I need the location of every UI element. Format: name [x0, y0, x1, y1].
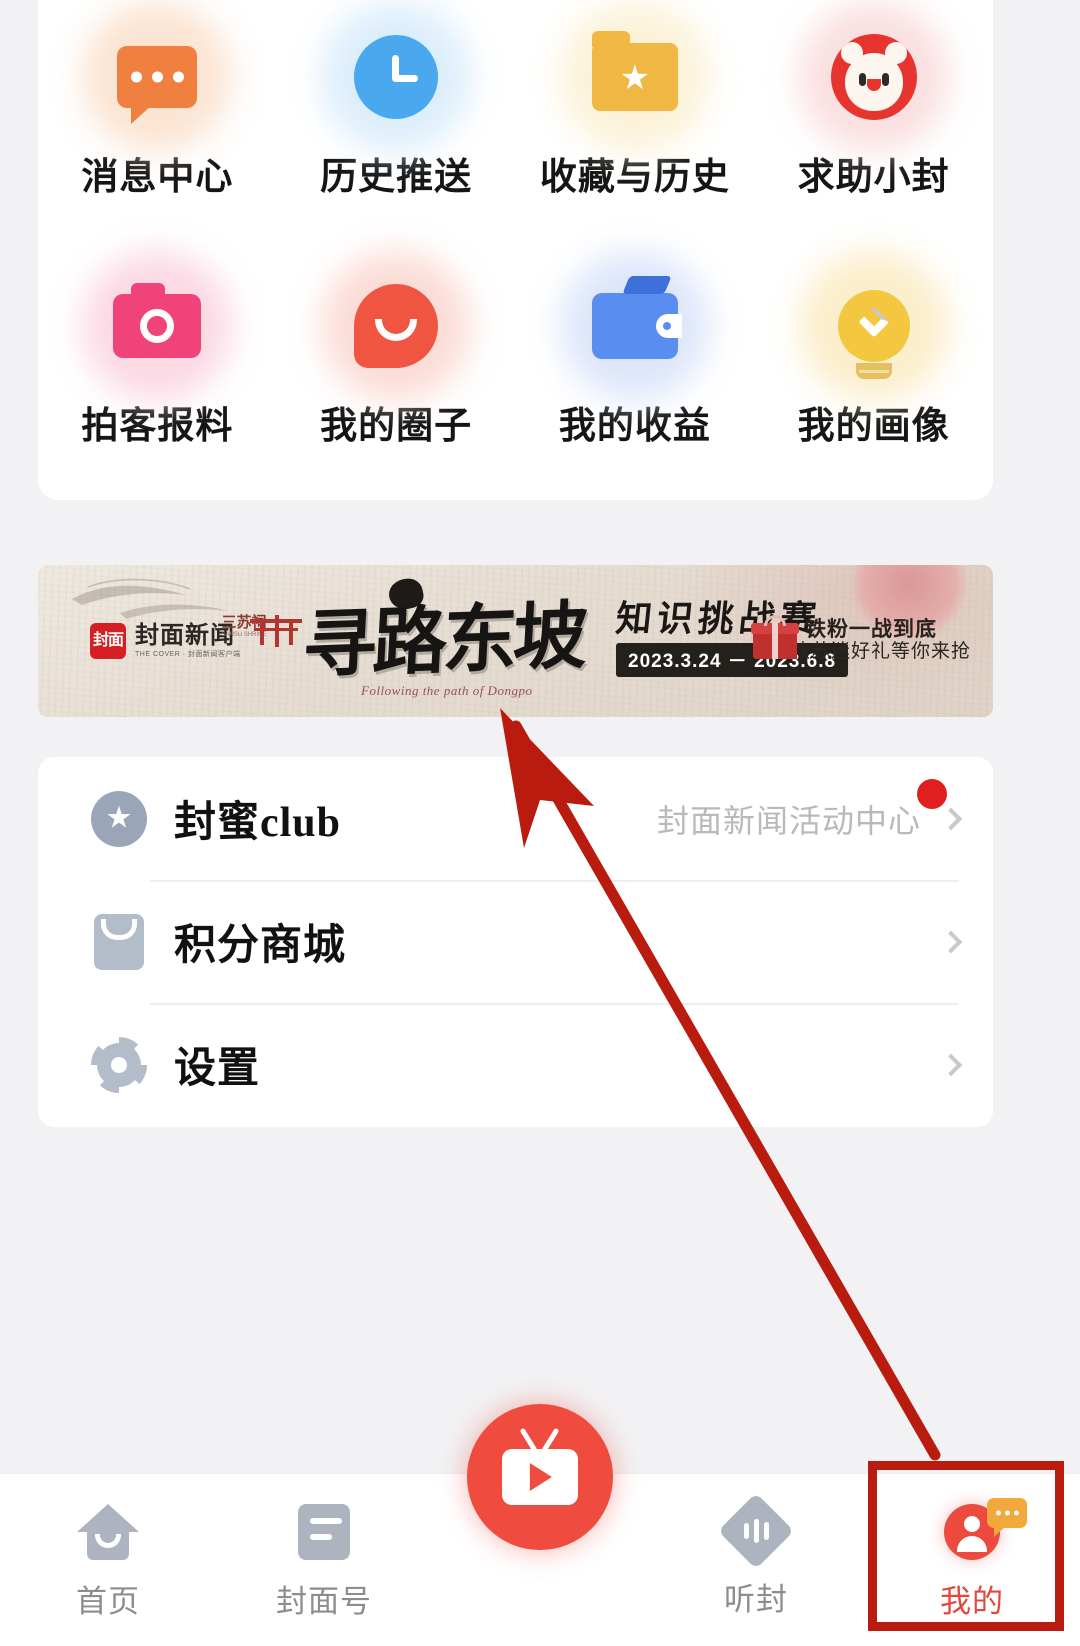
bottom-nav-item-me[interactable]: 我的: [864, 1474, 1080, 1621]
banner-promo-block: 铁粉一战到底 千款苏迷好礼等你来抢: [750, 615, 971, 663]
bottom-nav-item-listen[interactable]: 听封: [648, 1474, 864, 1619]
menu-item-title: 封蜜club: [174, 800, 342, 846]
banner-calligraphy-title: 寻路东坡 Following the path of Dongpo: [293, 575, 593, 701]
icon-wrap: [88, 1034, 150, 1096]
menu-item-fengmi-club[interactable]: 封蜜club 封面新闻活动中心: [38, 757, 993, 880]
nav-label: 首页: [76, 1584, 140, 1619]
icon-wrap: [82, 2, 233, 152]
app-screen: 消息中心 历史推送 ★ 收藏与历史 求助小封 拍客报料 我的圈子 我的收益 我的…: [0, 0, 1080, 1646]
grid-item-label: 我的画像: [797, 405, 950, 446]
feature-grid: 消息中心 历史推送 ★ 收藏与历史 求助小封 拍客报料 我的圈子 我的收益 我的…: [38, 0, 993, 500]
grid-item-history-push[interactable]: 历史推送: [277, 2, 516, 251]
gear-icon: [91, 1036, 147, 1093]
menu-item-right: [939, 1053, 963, 1076]
home-icon: [77, 1504, 139, 1560]
bear-mascot-icon: [830, 34, 917, 120]
wallet-icon: [591, 276, 682, 359]
icon-wrap: [82, 251, 233, 401]
grid-item-label: 历史推送: [320, 156, 473, 197]
camera-icon: [113, 283, 202, 358]
grid-item-my-circle[interactable]: 我的圈子: [277, 251, 516, 500]
status-badge: [917, 779, 947, 809]
grid-item-label: 消息中心: [81, 156, 234, 197]
icon-wrap: [798, 251, 949, 401]
chevron-right-icon: [939, 1053, 963, 1076]
grid-item-my-earnings[interactable]: 我的收益: [516, 251, 755, 500]
gift-icon: [750, 615, 799, 659]
lightbulb-icon: [837, 290, 910, 379]
brand-subtitle: THE COVER · 封面新闻客户端: [135, 650, 241, 658]
diamond-audio-icon: [717, 1492, 795, 1570]
document-icon: [298, 1504, 350, 1560]
banner-title-english: Following the path of Dongpo: [361, 683, 533, 698]
banner-partner-logo: 三苏祠 SANSU SHRINE: [208, 615, 302, 647]
fab-video-button[interactable]: [467, 1404, 613, 1550]
menu-item-points-mall[interactable]: 积分商城: [38, 880, 993, 1003]
icon-wrap: [88, 788, 150, 850]
nav-label: 我的: [940, 1584, 1004, 1619]
icon-wrap: [321, 2, 472, 152]
grid-item-my-profile[interactable]: 我的画像: [754, 251, 993, 500]
icon-wrap: [88, 911, 150, 973]
icon-wrap: ★: [559, 2, 710, 152]
grid-item-message-center[interactable]: 消息中心: [38, 2, 277, 251]
grid-item-photo-report[interactable]: 拍客报料: [38, 251, 277, 500]
grid-item-label: 我的收益: [558, 405, 711, 446]
grid-item-label: 拍客报料: [81, 405, 234, 446]
promo-line-1: 铁粉一战到底: [804, 617, 937, 641]
brand-mark: 封面: [90, 623, 126, 659]
menu-item-subtitle: 封面新闻活动中心: [656, 802, 921, 839]
icon-wrap: [798, 2, 949, 152]
menu-item-title: 积分商城: [174, 923, 347, 969]
message-bubble-icon: [117, 46, 198, 124]
clock-icon: [354, 35, 439, 119]
nav-label: 听封: [724, 1582, 788, 1617]
partner-subtitle: SANSU SHRINE: [221, 631, 267, 638]
icon-wrap: [559, 251, 710, 401]
menu-item-title: 设置: [174, 1046, 261, 1092]
banner-title-text: 寻路东坡: [300, 596, 586, 688]
bottom-nav-item-fengmianhao[interactable]: 封面号: [216, 1474, 432, 1621]
menu-item-settings[interactable]: 设置: [38, 1003, 993, 1126]
nav-label: 封面号: [276, 1584, 372, 1619]
menu-card: 封蜜club 封面新闻活动中心 积分商城 设置: [38, 757, 993, 1127]
promo-banner[interactable]: 封面 封面新闻 THE COVER · 封面新闻客户端 三苏祠 SANSU SH…: [38, 565, 993, 717]
feature-grid-card: 消息中心 历史推送 ★ 收藏与历史 求助小封 拍客报料 我的圈子 我的收益 我的…: [38, 0, 993, 500]
menu-item-right: [939, 930, 963, 953]
person-icon: [941, 1498, 1027, 1560]
smile-chat-icon: [354, 284, 439, 368]
grid-item-label: 求助小封: [797, 156, 950, 197]
chat-badge-icon: [987, 1498, 1027, 1537]
promo-line-2: 千款苏迷好礼等你来抢: [770, 641, 971, 663]
shopping-bag-icon: [94, 913, 144, 970]
tv-play-icon: [502, 1427, 578, 1505]
grid-item-help-xiaofeng[interactable]: 求助小封: [754, 2, 993, 251]
grid-item-label: 我的圈子: [320, 405, 473, 446]
grid-item-label: 收藏与历史: [539, 156, 730, 197]
bottom-nav-item-home[interactable]: 首页: [0, 1474, 216, 1621]
chevron-right-icon: [939, 930, 963, 953]
folder-star-icon: ★: [591, 31, 678, 111]
chevron-right-icon: [939, 807, 963, 830]
menu-item-right: 封面新闻活动中心: [656, 796, 963, 842]
grid-item-favorites-history[interactable]: ★ 收藏与历史: [516, 2, 755, 251]
star-circle-icon: [91, 790, 147, 847]
icon-wrap: [321, 251, 472, 401]
